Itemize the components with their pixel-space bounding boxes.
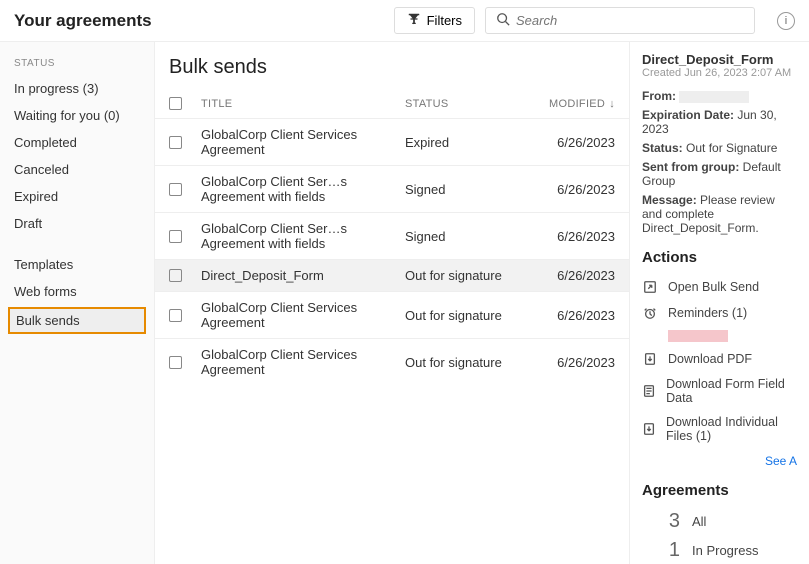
- redacted-action: [668, 330, 728, 342]
- action-reminders[interactable]: Reminders (1): [642, 300, 797, 326]
- top-bar: Your agreements Filters i: [0, 0, 809, 42]
- download-files-icon: [642, 421, 656, 437]
- see-all-link[interactable]: See A: [642, 454, 797, 468]
- sidebar-item-canceled[interactable]: Canceled: [0, 156, 154, 183]
- row-modified: 6/26/2023: [535, 268, 615, 283]
- search-icon: [496, 12, 510, 29]
- row-status: Out for signature: [405, 268, 535, 283]
- row-title: GlobalCorp Client Services Agreement: [201, 127, 405, 157]
- row-checkbox[interactable]: [169, 136, 182, 149]
- table-header: TITLE STATUS MODIFIED↓: [155, 89, 629, 118]
- row-modified: 6/26/2023: [535, 182, 615, 197]
- group-label: Sent from group:: [642, 160, 739, 174]
- sidebar-item-templates[interactable]: Templates: [0, 251, 154, 278]
- select-all-checkbox[interactable]: [169, 97, 182, 110]
- sidebar-item-waiting[interactable]: Waiting for you (0): [0, 102, 154, 129]
- from-value-redacted: [679, 91, 749, 103]
- row-checkbox[interactable]: [169, 183, 182, 196]
- search-wrap[interactable]: [485, 7, 755, 34]
- row-title: GlobalCorp Client Services Agreement: [201, 300, 405, 330]
- action-download-pdf[interactable]: Download PDF: [642, 346, 797, 372]
- sidebar-item-completed[interactable]: Completed: [0, 129, 154, 156]
- table-row[interactable]: GlobalCorp Client Services AgreementExpi…: [155, 118, 629, 165]
- row-checkbox[interactable]: [169, 269, 182, 282]
- action-download-form-data[interactable]: Download Form Field Data: [642, 372, 797, 410]
- filter-icon: [407, 12, 421, 29]
- row-checkbox[interactable]: [169, 230, 182, 243]
- details-panel: Direct_Deposit_Form Created Jun 26, 2023…: [629, 42, 809, 564]
- sidebar-item-web-forms[interactable]: Web forms: [0, 278, 154, 305]
- agreements-header: Agreements: [642, 482, 797, 499]
- row-status: Out for signature: [405, 355, 535, 370]
- row-status: Out for signature: [405, 308, 535, 323]
- sidebar-item-draft[interactable]: Draft: [0, 210, 154, 237]
- clock-icon: [642, 305, 658, 321]
- sidebar-item-bulk-sends[interactable]: Bulk sends: [8, 307, 146, 334]
- from-label: From:: [642, 89, 676, 103]
- row-status: Expired: [405, 135, 535, 150]
- sidebar-item-expired[interactable]: Expired: [0, 183, 154, 210]
- download-pdf-icon: [642, 351, 658, 367]
- col-status[interactable]: STATUS: [405, 98, 535, 110]
- row-title: GlobalCorp Client Ser…s Agreement with f…: [201, 174, 405, 204]
- ag-in-progress[interactable]: 1In Progress: [642, 536, 797, 564]
- main-heading: Bulk sends: [155, 52, 629, 89]
- sidebar-status-header: STATUS: [0, 52, 154, 75]
- table-row[interactable]: GlobalCorp Client Ser…s Agreement with f…: [155, 165, 629, 212]
- action-open-bulk-send[interactable]: Open Bulk Send: [642, 274, 797, 300]
- open-icon: [642, 279, 658, 295]
- row-checkbox[interactable]: [169, 309, 182, 322]
- exp-label: Expiration Date:: [642, 108, 734, 122]
- sidebar-item-in-progress[interactable]: In progress (3): [0, 75, 154, 102]
- table-row[interactable]: Direct_Deposit_FormOut for signature6/26…: [155, 259, 629, 291]
- page-title: Your agreements: [14, 11, 152, 31]
- status-value: Out for Signature: [686, 141, 777, 155]
- sidebar: STATUS In progress (3) Waiting for you (…: [0, 42, 155, 564]
- action-download-individual[interactable]: Download Individual Files (1): [642, 410, 797, 448]
- ag-all[interactable]: 3All: [642, 507, 797, 536]
- sort-down-icon: ↓: [609, 98, 615, 110]
- row-modified: 6/26/2023: [535, 135, 615, 150]
- row-status: Signed: [405, 229, 535, 244]
- row-checkbox[interactable]: [169, 356, 182, 369]
- col-title[interactable]: TITLE: [201, 98, 405, 110]
- download-data-icon: [642, 383, 656, 399]
- search-input[interactable]: [516, 13, 744, 28]
- filters-label: Filters: [427, 13, 462, 28]
- detail-title: Direct_Deposit_Form: [642, 52, 797, 67]
- filters-button[interactable]: Filters: [394, 7, 475, 34]
- table-row[interactable]: GlobalCorp Client Services AgreementOut …: [155, 338, 629, 385]
- status-label: Status:: [642, 141, 683, 155]
- row-title: GlobalCorp Client Services Agreement: [201, 347, 405, 377]
- table-row[interactable]: GlobalCorp Client Services AgreementOut …: [155, 291, 629, 338]
- main-content: Bulk sends TITLE STATUS MODIFIED↓ Global…: [155, 42, 629, 564]
- row-modified: 6/26/2023: [535, 229, 615, 244]
- detail-created: Created Jun 26, 2023 2:07 AM: [642, 67, 797, 79]
- table-row[interactable]: GlobalCorp Client Ser…s Agreement with f…: [155, 212, 629, 259]
- row-status: Signed: [405, 182, 535, 197]
- msg-label: Message:: [642, 193, 697, 207]
- col-modified[interactable]: MODIFIED↓: [535, 98, 615, 110]
- row-title: GlobalCorp Client Ser…s Agreement with f…: [201, 221, 405, 251]
- info-icon[interactable]: i: [777, 12, 795, 30]
- row-modified: 6/26/2023: [535, 308, 615, 323]
- actions-header: Actions: [642, 249, 797, 266]
- row-title: Direct_Deposit_Form: [201, 268, 405, 283]
- row-modified: 6/26/2023: [535, 355, 615, 370]
